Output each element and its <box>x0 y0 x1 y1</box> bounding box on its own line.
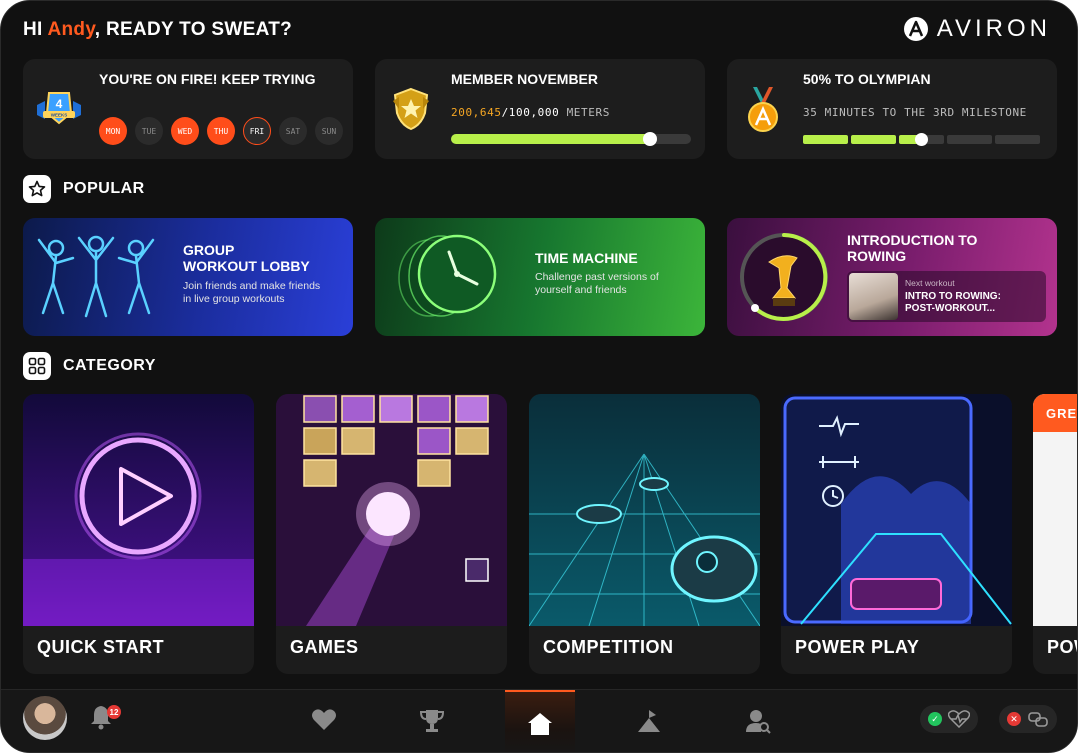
day-tue: TUE <box>135 117 163 145</box>
milestone-knob <box>914 133 928 146</box>
quick-start-label: QUICK START <box>37 637 165 657</box>
shield-badge-icon <box>393 87 429 131</box>
app-frame: HI Andy, READY TO SWEAT? AVIRON 4 WEEKS … <box>0 0 1078 753</box>
milestone-segment <box>995 135 1040 144</box>
trophy-progress-ring-icon <box>740 233 828 321</box>
aviron-logo-icon <box>903 17 928 41</box>
milestone-segment <box>851 135 896 144</box>
coach-thumbnail <box>849 273 898 320</box>
greeting-prefix: HI <box>23 19 48 40</box>
member-title: MEMBER NOVEMBER <box>451 71 599 87</box>
disconnected-x-icon: ✕ <box>1007 712 1021 726</box>
greeting-suffix: , READY TO SWEAT? <box>94 19 293 40</box>
heart-rate-status[interactable]: ✓ <box>920 705 978 733</box>
user-name: Andy <box>47 19 95 40</box>
member-card[interactable]: MEMBER NOVEMBER 200,645/100,000 METERS <box>375 59 705 159</box>
day-sat: SAT <box>279 117 307 145</box>
power-play-card[interactable]: POWER PLAY <box>781 394 1012 674</box>
member-progress-bar <box>451 132 691 146</box>
popular-title: POPULAR <box>63 180 145 197</box>
greeting: HI Andy, READY TO SWEAT? <box>23 19 292 41</box>
meters-readout: 200,645/100,000 METERS <box>451 106 610 119</box>
partial-card-tag: GRE <box>1033 394 1077 432</box>
day-wed: WED <box>171 117 199 145</box>
member-progress-fill <box>451 134 651 144</box>
medal-icon <box>748 87 778 132</box>
next-workout-title: INTRO TO ROWING: POST-WORKOUT... <box>905 291 1001 314</box>
weeks-badge-icon: 4 WEEKS <box>37 92 81 125</box>
heart-rate-icon <box>948 710 970 728</box>
time-machine-title: TIME MACHINE <box>535 250 638 266</box>
games-card[interactable]: GAMES <box>276 394 507 674</box>
aviron-logo: AVIRON <box>903 15 1051 43</box>
milestone-segment <box>803 135 848 144</box>
grid-icon <box>23 352 51 380</box>
tab-home[interactable] <box>505 690 575 752</box>
meters-target: 100,000 <box>508 106 560 119</box>
milestone-segment <box>947 135 992 144</box>
heart-icon[interactable] <box>311 708 337 732</box>
group-lobby-title: GROUP WORKOUT LOBBY <box>183 242 310 274</box>
member-progress-knob <box>643 132 658 146</box>
trophy-icon[interactable] <box>419 708 445 734</box>
milestone-text: 35 MINUTES TO THE 3RD MILESTONE <box>803 106 1027 119</box>
quick-start-card[interactable]: QUICK START <box>23 394 254 674</box>
competition-label: COMPETITION <box>543 637 674 657</box>
day-fri: FRI <box>243 117 271 145</box>
avatar[interactable] <box>23 696 67 740</box>
race-track-icon <box>529 394 760 626</box>
time-machine-card[interactable]: TIME MACHINE Challenge past versions of … <box>375 218 705 336</box>
meters-current: 200,645 <box>451 106 502 119</box>
brick-breaker-icon <box>276 394 507 626</box>
milestone-segments <box>803 133 1040 146</box>
category-title: CATEGORY <box>63 357 156 374</box>
competition-card[interactable]: COMPETITION <box>529 394 760 674</box>
notification-badge: 12 <box>107 705 121 719</box>
next-workout-label: Next workout <box>905 278 955 288</box>
weeks-label: WEEKS <box>51 113 68 118</box>
play-icon <box>23 394 254 626</box>
dancing-people-icon <box>37 235 155 318</box>
connected-check-icon: ✓ <box>928 712 942 726</box>
day-thu: THU <box>207 117 235 145</box>
group-lobby-description: Join friends and make friends in live gr… <box>183 280 321 305</box>
streak-card[interactable]: 4 WEEKS YOU'RE ON FIRE! KEEP TRYING MON T… <box>23 59 353 159</box>
weeks-value: 4 <box>56 97 63 111</box>
home-icon <box>528 713 552 735</box>
link-icon <box>1028 712 1048 727</box>
games-label: GAMES <box>290 637 359 657</box>
flag-icon[interactable] <box>636 708 662 734</box>
bottom-nav: 12 ✓ ✕ <box>1 689 1077 752</box>
partial-category-card[interactable]: GRE POW <box>1033 394 1077 674</box>
partial-card-label: POW <box>1047 637 1077 657</box>
category-section-header: CATEGORY <box>23 352 156 380</box>
day-sun: SUN <box>315 117 343 145</box>
intro-to-rowing-card[interactable]: INTRODUCTION TO ROWING Next workout INTR… <box>727 218 1057 336</box>
device-link-status[interactable]: ✕ <box>999 705 1057 733</box>
olympian-title: 50% TO OLYMPIAN <box>803 71 931 87</box>
rowing-intro-title: INTRODUCTION TO ROWING <box>847 232 978 264</box>
next-workout[interactable]: Next workout INTRO TO ROWING: POST-WORKO… <box>847 271 1046 322</box>
meters-unit: METERS <box>559 106 610 119</box>
milestone-segment <box>899 133 944 146</box>
streak-title: YOU'RE ON FIRE! KEEP TRYING <box>99 71 316 87</box>
star-icon <box>23 175 51 203</box>
day-mon: MON <box>99 117 127 145</box>
weekday-streak: MON TUE WED THU FRI SAT SUN <box>99 117 343 145</box>
olympian-card[interactable]: 50% TO OLYMPIAN 35 MINUTES TO THE 3RD MI… <box>727 59 1057 159</box>
popular-section-header: POPULAR <box>23 175 145 203</box>
time-machine-description: Challenge past versions of yourself and … <box>535 271 659 296</box>
group-workout-lobby-card[interactable]: GROUP WORKOUT LOBBY Join friends and mak… <box>23 218 353 336</box>
brand-name: AVIRON <box>936 15 1051 42</box>
clock-icon <box>398 234 497 317</box>
neon-car-icon <box>781 394 1012 626</box>
user-search-icon[interactable] <box>745 708 771 734</box>
power-play-label: POWER PLAY <box>795 637 920 657</box>
